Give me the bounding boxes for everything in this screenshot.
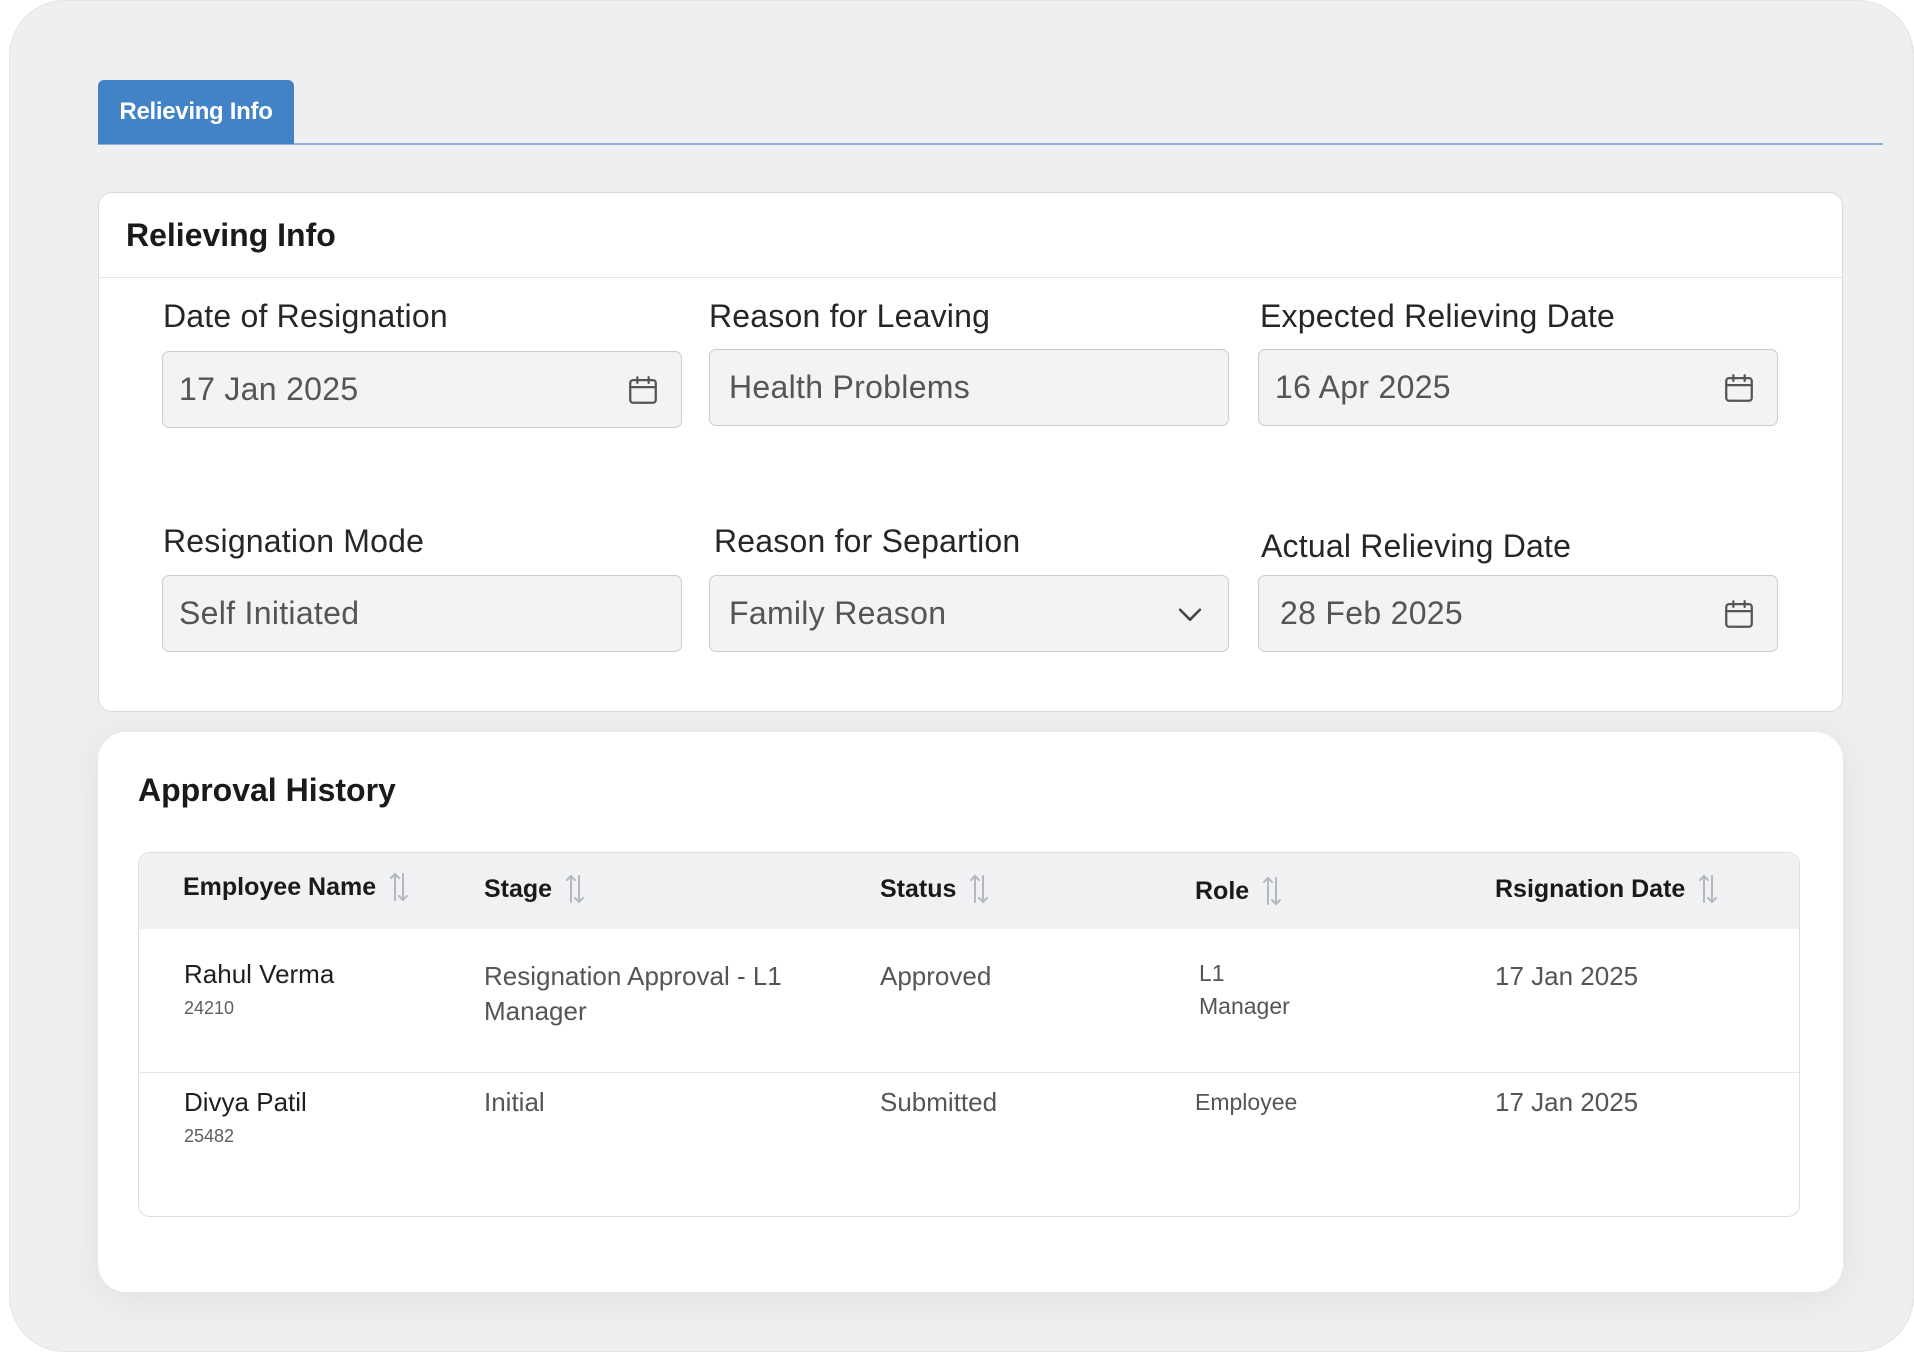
resignation-mode-label: Resignation Mode	[163, 523, 425, 559]
role-cell: Employee	[1195, 1089, 1298, 1115]
reason-for-leaving-value: Health Problems	[729, 369, 971, 405]
reason-for-separation-value: Family Reason	[729, 595, 947, 631]
table-row[interactable]: Rahul Verma 24210 Resignation Approval -…	[139, 929, 1799, 1073]
calendar-icon[interactable]	[625, 372, 661, 408]
sort-arrows-icon[interactable]	[564, 873, 586, 905]
employee-name: Rahul Verma	[184, 959, 335, 989]
employee-id: 24210	[184, 998, 235, 1018]
relieving-info-header: Relieving Info	[99, 193, 1842, 278]
resignation-mode-value: Self Initiated	[179, 595, 360, 631]
sort-arrows-icon[interactable]	[1261, 875, 1283, 907]
approval-history-card: Approval History Employee Name Stage Sta…	[98, 732, 1843, 1292]
tab-relieving-info[interactable]: Relieving Info	[98, 80, 294, 144]
date-of-resignation-value: 17 Jan 2025	[179, 371, 359, 407]
expected-relieving-date-value: 16 Apr 2025	[1275, 369, 1451, 405]
calendar-icon[interactable]	[1721, 370, 1757, 406]
status-cell: Approved	[880, 961, 992, 991]
role-cell: L1 Manager	[1199, 960, 1290, 1019]
table-row[interactable]: Divya Patil 25482 Initial Submitted Empl…	[139, 1073, 1799, 1216]
column-header-role[interactable]: Role	[1195, 875, 1283, 907]
table-header: Employee Name Stage Status Role Rsignati…	[139, 853, 1799, 929]
actual-relieving-date-field[interactable]: 28 Feb 2025	[1258, 575, 1778, 652]
tab-bar: Relieving Info	[98, 80, 1883, 145]
reason-for-separation-select[interactable]: Family Reason	[709, 575, 1229, 652]
employee-cell: Divya Patil 25482	[184, 1085, 307, 1146]
expected-relieving-date-label: Expected Relieving Date	[1260, 298, 1616, 334]
sort-arrows-icon[interactable]	[968, 873, 990, 905]
relieving-info-title: Relieving Info	[126, 216, 336, 253]
employee-id: 25482	[184, 1126, 235, 1146]
approval-history-table: Employee Name Stage Status Role Rsignati…	[138, 852, 1800, 1217]
reason-for-leaving-field[interactable]: Health Problems	[709, 349, 1229, 426]
resignation-date-cell: 17 Jan 2025	[1495, 961, 1639, 991]
approval-history-title: Approval History	[138, 772, 396, 808]
reason-for-separation-label: Reason for Separtion	[714, 523, 1021, 559]
date-of-resignation-label: Date of Resignation	[163, 298, 448, 334]
date-of-resignation-field[interactable]: 17 Jan 2025	[162, 351, 682, 428]
column-header-status[interactable]: Status	[880, 873, 990, 905]
column-header-stage[interactable]: Stage	[484, 873, 586, 905]
sort-arrows-icon[interactable]	[1697, 873, 1719, 905]
sort-arrows-icon[interactable]	[388, 871, 410, 903]
status-cell: Submitted	[880, 1087, 998, 1117]
expected-relieving-date-field[interactable]: 16 Apr 2025	[1258, 349, 1778, 426]
calendar-icon[interactable]	[1721, 596, 1757, 632]
stage-cell: Resignation Approval - L1 Manager	[484, 961, 782, 1026]
resignation-date-cell: 17 Jan 2025	[1495, 1087, 1639, 1117]
app-frame: Relieving Info Relieving Info Date of Re…	[9, 0, 1914, 1352]
column-header-employee-name[interactable]: Employee Name	[183, 871, 410, 903]
relieving-info-card: Relieving Info Date of Resignation 17 Ja…	[98, 192, 1843, 712]
column-header-resignation-date[interactable]: Rsignation Date	[1495, 873, 1719, 905]
actual-relieving-date-label: Actual Relieving Date	[1261, 528, 1572, 564]
reason-for-leaving-label: Reason for Leaving	[709, 298, 991, 334]
employee-cell: Rahul Verma 24210	[184, 957, 334, 1018]
stage-cell: Initial	[484, 1087, 545, 1117]
actual-relieving-date-value: 28 Feb 2025	[1280, 595, 1464, 631]
employee-name: Divya Patil	[184, 1087, 307, 1117]
resignation-mode-field[interactable]: Self Initiated	[162, 575, 682, 652]
chevron-down-icon[interactable]	[1172, 596, 1208, 632]
